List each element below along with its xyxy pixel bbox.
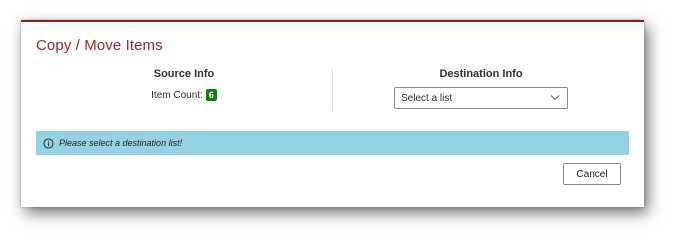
item-count-label: Item Count: (151, 89, 203, 101)
destination-info-panel: Destination Info Select a list (333, 68, 629, 109)
item-count-row: Item Count: 6 (151, 89, 217, 101)
chevron-down-icon (550, 95, 560, 101)
dialog-title: Copy / Move Items (36, 37, 163, 54)
info-icon (43, 137, 54, 149)
destination-list-select[interactable]: Select a list (394, 87, 568, 109)
copy-move-dialog: Copy / Move Items Source Info Item Count… (21, 20, 644, 207)
source-info-heading: Source Info (153, 68, 215, 80)
source-info-panel: Source Info Item Count: 6 (36, 68, 332, 103)
item-count-badge: 6 (205, 89, 217, 101)
info-message-bar: Please select a destination list! (36, 131, 629, 155)
cancel-button[interactable]: Cancel (563, 163, 621, 185)
info-message-text: Please select a destination list! (59, 138, 183, 148)
destination-info-heading: Destination Info (439, 68, 523, 80)
destination-select-value: Select a list (401, 93, 453, 104)
